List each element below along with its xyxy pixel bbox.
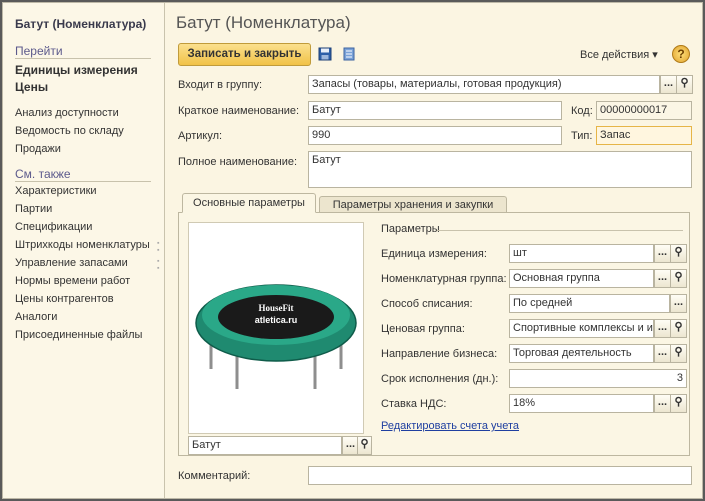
site-text: atletica.ru: [255, 315, 298, 325]
business-label: Направление бизнеса:: [381, 348, 498, 360]
tab-main-params[interactable]: Основные параметры: [182, 193, 316, 213]
type-field[interactable]: Запас: [596, 126, 692, 145]
edit-accounts-link[interactable]: Редактировать счета учета: [381, 420, 519, 432]
magnifier-icon[interactable]: ⚲: [676, 75, 693, 94]
sidebar-link-specifications[interactable]: Спецификации: [15, 221, 92, 233]
all-actions-menu[interactable]: Все действия ▾: [580, 48, 658, 61]
nom-group-field[interactable]: Основная группа: [509, 269, 654, 288]
article-field[interactable]: 990: [308, 126, 562, 145]
help-icon[interactable]: ?: [672, 45, 690, 63]
sidebar-link-work-time[interactable]: Нормы времени работ: [15, 275, 130, 287]
sidebar-title: Батут (Номенклатура): [15, 17, 147, 31]
type-label: Тип:: [571, 130, 593, 142]
ellipsis-icon[interactable]: ...: [654, 394, 671, 413]
image-caption-field[interactable]: Батут: [188, 436, 342, 455]
magnifier-icon[interactable]: ⚲: [357, 436, 372, 455]
magnifier-icon[interactable]: ⚲: [670, 269, 687, 288]
params-divider: [437, 230, 683, 231]
form-window: Батут (Номенклатура) Перейти Единицы изм…: [2, 2, 703, 499]
ellipsis-icon[interactable]: ...: [654, 244, 671, 263]
more-marker-icon: ▪ ▪: [157, 258, 160, 272]
group-label: Входит в группу:: [178, 79, 262, 91]
short-name-field[interactable]: Батут: [308, 101, 562, 120]
sidebar-divider: [15, 58, 151, 59]
unit-label: Единица измерения:: [381, 248, 487, 260]
days-field[interactable]: 3: [509, 369, 687, 388]
sidebar-link-stock-management[interactable]: Управление запасами: [15, 257, 128, 269]
main-area: Батут (Номенклатура) Записать и закрыть …: [166, 3, 702, 498]
tab-storage-params[interactable]: Параметры хранения и закупки: [319, 196, 507, 213]
comment-field[interactable]: [308, 466, 692, 485]
sidebar-link-analogs[interactable]: Аналоги: [15, 311, 57, 323]
nom-group-label: Номенклатурная группа:: [381, 273, 507, 285]
trampoline-image: HouseFit atletica.ru: [195, 284, 357, 389]
page-title: Батут (Номенклатура): [176, 13, 351, 32]
comment-label: Комментарий:: [178, 470, 251, 482]
brand-text: HouseFit: [259, 303, 294, 313]
vat-field[interactable]: 18%: [509, 394, 654, 413]
writeoff-field[interactable]: По средней: [509, 294, 670, 313]
sidebar-link-warehouse[interactable]: Ведомость по складу: [15, 125, 124, 137]
sidebar-link-batches[interactable]: Партии: [15, 203, 52, 215]
ellipsis-icon[interactable]: ...: [660, 75, 677, 94]
code-field[interactable]: 00000000017: [596, 101, 692, 120]
vat-label: Ставка НДС:: [381, 398, 447, 410]
sidebar-item-units[interactable]: Единицы измерения: [15, 63, 138, 77]
list-icon[interactable]: [342, 47, 356, 61]
business-field[interactable]: Торговая деятельность: [509, 344, 654, 363]
sidebar-link-barcodes[interactable]: Штрихкоды номенклатуры: [15, 239, 150, 251]
ellipsis-icon[interactable]: ...: [654, 269, 671, 288]
sidebar-goto-header: Перейти: [15, 44, 63, 58]
full-name-label: Полное наименование:: [178, 156, 298, 168]
floppy-icon[interactable]: [318, 47, 332, 61]
sidebar-link-attached-files[interactable]: Присоединенные файлы: [15, 329, 142, 341]
full-name-field[interactable]: Батут: [308, 151, 692, 188]
sidebar-item-prices[interactable]: Цены: [15, 80, 48, 94]
magnifier-icon[interactable]: ⚲: [670, 394, 687, 413]
ellipsis-icon[interactable]: ...: [654, 344, 671, 363]
magnifier-icon[interactable]: ⚲: [670, 319, 687, 338]
days-label: Срок исполнения (дн.):: [381, 373, 499, 385]
sidebar-see-also-header: См. также: [15, 167, 71, 181]
price-group-field[interactable]: Спортивные комплексы и и: [509, 319, 654, 338]
writeoff-label: Способ списания:: [381, 298, 473, 310]
code-label: Код:: [571, 105, 593, 117]
save-and-close-button[interactable]: Записать и закрыть: [178, 43, 311, 66]
product-image: HouseFit atletica.ru: [188, 222, 364, 434]
price-group-label: Ценовая группа:: [381, 323, 465, 335]
short-name-label: Краткое наименование:: [178, 105, 300, 117]
tab-panel: HouseFit atletica.ru Батут ... ⚲ Парамет…: [178, 212, 690, 456]
sidebar-link-characteristics[interactable]: Характеристики: [15, 185, 97, 197]
article-label: Артикул:: [178, 130, 223, 142]
ellipsis-icon[interactable]: ...: [654, 319, 671, 338]
sidebar: Батут (Номенклатура) Перейти Единицы изм…: [3, 3, 165, 498]
sidebar-link-availability[interactable]: Анализ доступности: [15, 107, 119, 119]
ellipsis-icon[interactable]: ...: [670, 294, 687, 313]
magnifier-icon[interactable]: ⚲: [670, 244, 687, 263]
sidebar-divider: [15, 181, 151, 182]
sidebar-link-counterparty-prices[interactable]: Цены контрагентов: [15, 293, 114, 305]
group-field[interactable]: Запасы (товары, материалы, готовая проду…: [308, 75, 660, 94]
params-header: Параметры: [381, 223, 440, 235]
more-marker-icon: ▪ ▪: [157, 240, 160, 254]
sidebar-link-sales[interactable]: Продажи: [15, 143, 61, 155]
unit-field[interactable]: шт: [509, 244, 654, 263]
magnifier-icon[interactable]: ⚲: [670, 344, 687, 363]
